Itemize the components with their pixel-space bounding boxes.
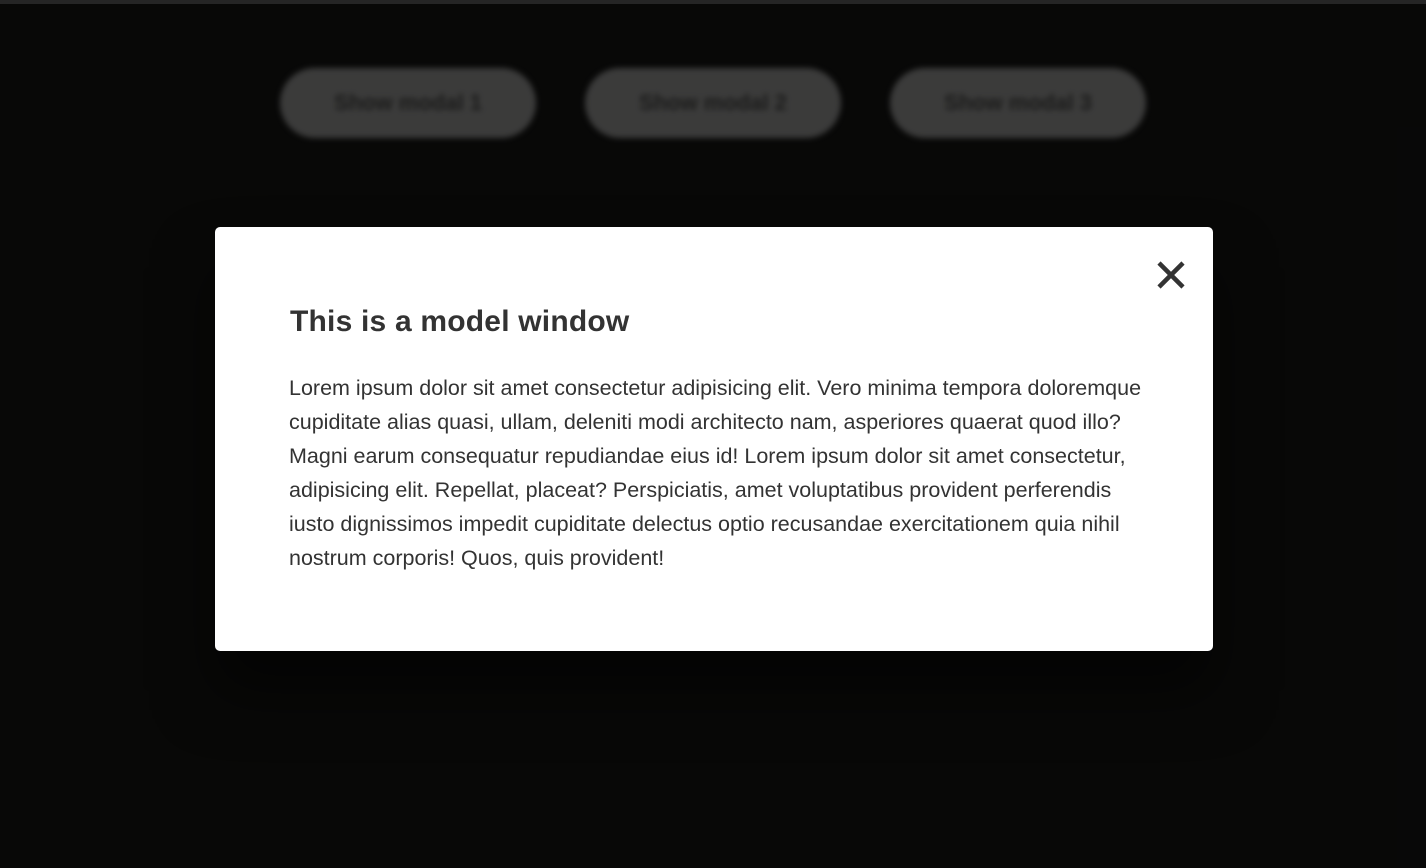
modal-window: This is a model window Lorem ipsum dolor…	[215, 227, 1213, 651]
modal-body-text: Lorem ipsum dolor sit amet consectetur a…	[289, 376, 1142, 570]
modal-title: This is a model window	[290, 305, 630, 338]
close-modal-button[interactable]	[1151, 255, 1191, 295]
close-icon	[1157, 261, 1185, 289]
